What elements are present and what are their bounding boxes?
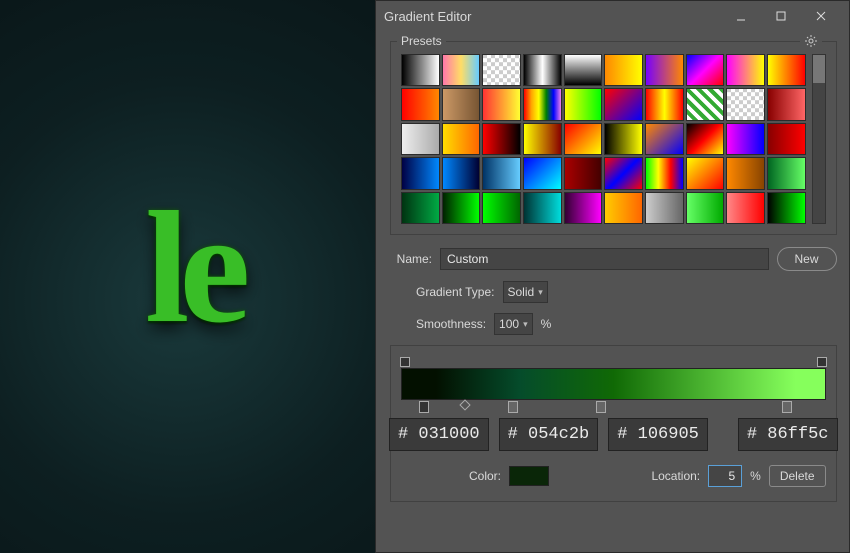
preset-swatch[interactable] [564, 157, 603, 189]
preset-swatch[interactable] [767, 157, 806, 189]
dialog-title: Gradient Editor [384, 9, 721, 24]
color-swatch[interactable] [509, 466, 549, 486]
smoothness-label: Smoothness: [416, 317, 486, 331]
maximize-button[interactable] [761, 1, 801, 31]
preset-swatch[interactable] [482, 54, 521, 86]
preset-swatch[interactable] [645, 54, 684, 86]
preset-swatch[interactable] [767, 88, 806, 120]
color-stop[interactable] [782, 401, 792, 413]
preset-swatch[interactable] [523, 54, 562, 86]
preset-swatch[interactable] [604, 88, 643, 120]
preset-swatch[interactable] [401, 123, 440, 155]
preset-swatch[interactable] [564, 88, 603, 120]
preset-swatch[interactable] [726, 157, 765, 189]
preset-swatch[interactable] [604, 192, 643, 224]
preset-swatch[interactable] [442, 157, 481, 189]
preset-swatch[interactable] [564, 192, 603, 224]
preset-swatch[interactable] [401, 54, 440, 86]
preset-swatch[interactable] [686, 54, 725, 86]
hex-label: # 031000 [389, 418, 489, 451]
name-label: Name: [390, 252, 432, 266]
opacity-stop[interactable] [817, 357, 827, 367]
preset-swatch[interactable] [523, 157, 562, 189]
preset-swatch[interactable] [442, 54, 481, 86]
canvas-background: le [0, 0, 380, 553]
preset-swatch[interactable] [686, 157, 725, 189]
preset-swatch[interactable] [686, 88, 725, 120]
gradient-type-select[interactable]: Solid ▾ [503, 281, 548, 303]
preset-swatch[interactable] [604, 123, 643, 155]
hex-label: # 106905 [608, 418, 708, 451]
color-stop[interactable] [419, 401, 429, 413]
preset-swatch[interactable] [645, 157, 684, 189]
preset-swatch[interactable] [523, 88, 562, 120]
preset-swatch[interactable] [401, 88, 440, 120]
hex-label: # 054c2b [499, 418, 599, 451]
preset-swatch[interactable] [726, 123, 765, 155]
preset-swatch[interactable] [482, 157, 521, 189]
preset-swatch[interactable] [767, 54, 806, 86]
preset-swatch[interactable] [564, 54, 603, 86]
color-stop[interactable] [508, 401, 518, 413]
gear-icon[interactable] [800, 34, 822, 48]
minimize-button[interactable] [721, 1, 761, 31]
preset-swatch[interactable] [401, 192, 440, 224]
new-button[interactable]: New [777, 247, 837, 271]
name-input[interactable] [440, 248, 769, 270]
close-button[interactable] [801, 1, 841, 31]
hex-callouts: # 031000 # 054c2b # 106905 # 86ff5c [387, 418, 840, 451]
preset-swatch[interactable] [442, 123, 481, 155]
smoothness-input[interactable]: 100 ▾ [494, 313, 533, 335]
color-label: Color: [469, 469, 501, 483]
preset-grid [401, 54, 806, 224]
preset-swatch[interactable] [442, 192, 481, 224]
preset-swatch[interactable] [482, 88, 521, 120]
gradient-edit-area: # 031000 # 054c2b # 106905 # 86ff5c Colo… [390, 345, 837, 502]
preset-swatch[interactable] [686, 192, 725, 224]
presets-label: Presets [397, 34, 446, 48]
preset-swatch[interactable] [482, 192, 521, 224]
gradient-bar[interactable] [401, 368, 826, 400]
preset-swatch[interactable] [523, 192, 562, 224]
preset-swatch[interactable] [442, 88, 481, 120]
gradient-editor-dialog: Gradient Editor Presets Name: New [375, 0, 850, 553]
preset-swatch[interactable] [645, 123, 684, 155]
preset-swatch[interactable] [523, 123, 562, 155]
preset-swatch[interactable] [482, 123, 521, 155]
smoothness-unit: % [541, 317, 552, 331]
opacity-stop[interactable] [400, 357, 410, 367]
preset-swatch[interactable] [604, 54, 643, 86]
presets-fieldset: Presets [390, 41, 837, 235]
location-input[interactable] [708, 465, 742, 487]
delete-button[interactable]: Delete [769, 465, 826, 487]
preset-swatch[interactable] [726, 54, 765, 86]
preset-swatch[interactable] [767, 123, 806, 155]
titlebar[interactable]: Gradient Editor [376, 1, 849, 31]
location-label: Location: [651, 469, 700, 483]
presets-scrollbar[interactable] [812, 54, 826, 224]
artwork-text: le [145, 175, 240, 360]
preset-swatch[interactable] [645, 192, 684, 224]
preset-swatch[interactable] [645, 88, 684, 120]
preset-swatch[interactable] [726, 88, 765, 120]
chevron-down-icon: ▾ [538, 287, 543, 298]
midpoint-marker[interactable] [459, 399, 470, 410]
hex-label: # 86ff5c [738, 418, 838, 451]
color-stop[interactable] [596, 401, 606, 413]
preset-swatch[interactable] [726, 192, 765, 224]
preset-swatch[interactable] [564, 123, 603, 155]
preset-swatch[interactable] [401, 157, 440, 189]
chevron-down-icon: ▾ [523, 319, 528, 330]
preset-swatch[interactable] [767, 192, 806, 224]
preset-swatch[interactable] [604, 157, 643, 189]
location-unit: % [750, 469, 761, 483]
gradient-type-label: Gradient Type: [416, 285, 495, 299]
preset-swatch[interactable] [686, 123, 725, 155]
